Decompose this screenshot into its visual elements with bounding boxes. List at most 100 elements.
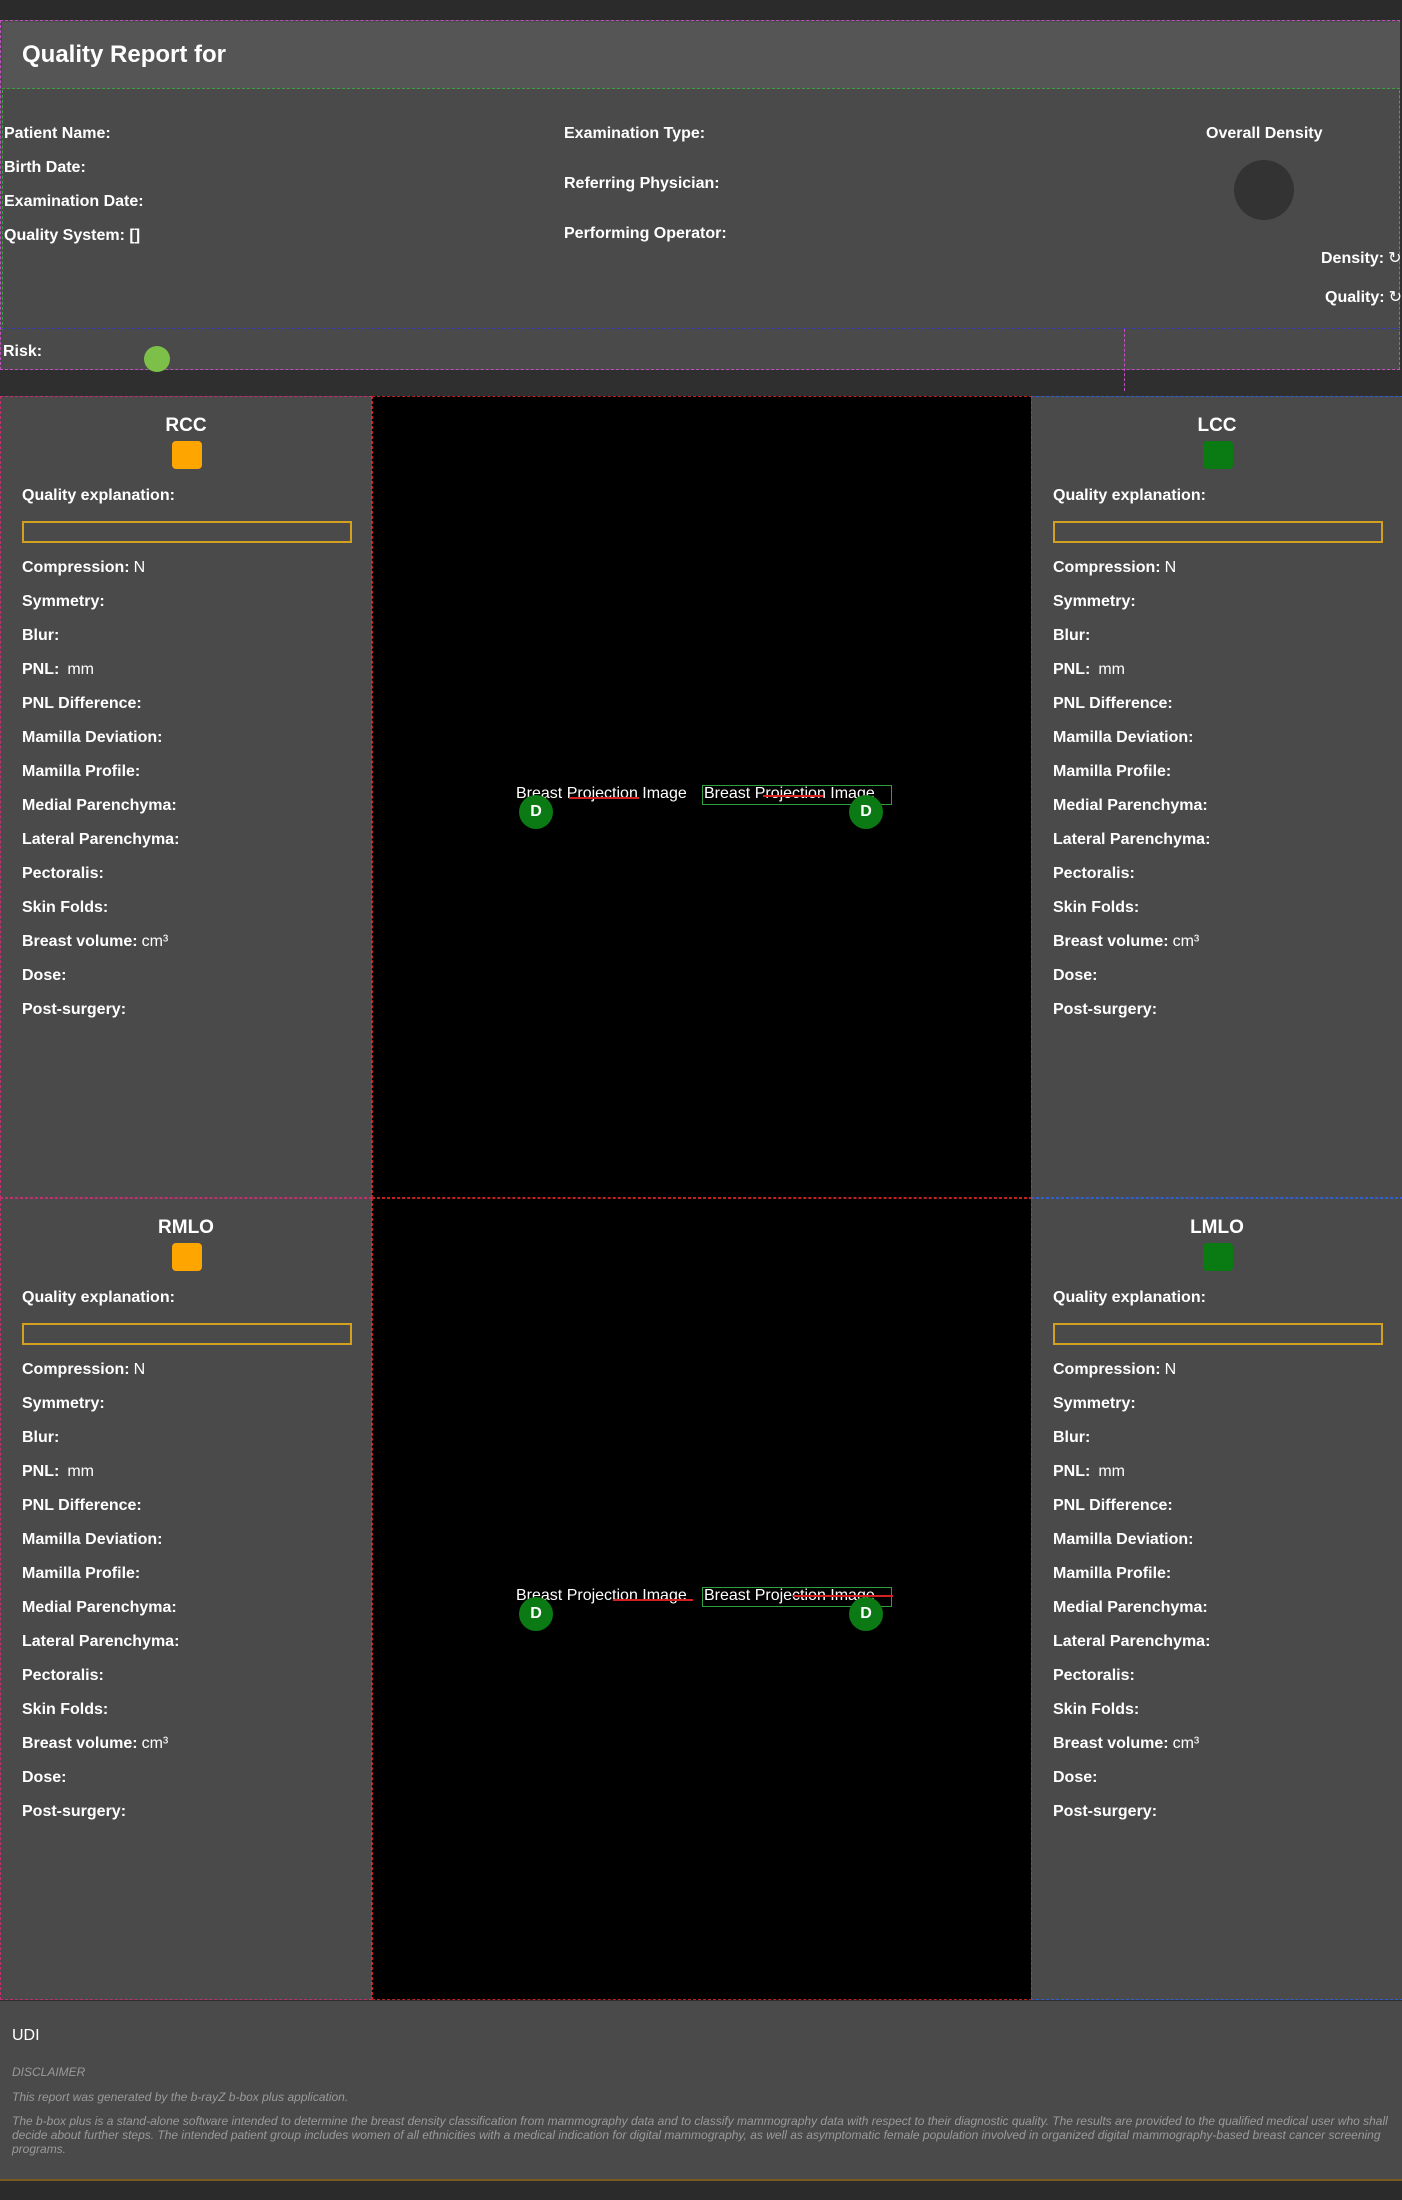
quality-indicator-lcc (1203, 441, 1233, 469)
view-title-rmlo: RMLO (158, 1217, 214, 1238)
dose-label: Dose: (1053, 1769, 1098, 1786)
page-title: Quality Report for (22, 41, 227, 68)
examination-type-label: Examination Type: (564, 125, 706, 142)
referring-physician-label: Referring Physician: (564, 175, 720, 192)
views-grid: RCC Quality explanation: Compression: N S… (0, 396, 1402, 2001)
compression-field: Compression: N (1053, 1361, 1177, 1378)
d-marker-lmlo[interactable]: D (849, 1597, 883, 1631)
breast-volume-field: Breast volume: cm³ (22, 933, 169, 950)
view-title-rcc: RCC (165, 415, 207, 436)
breast-volume-field: Breast volume: cm³ (1053, 933, 1200, 950)
post-surgery-label: Post-surgery: (1053, 1001, 1158, 1018)
quality-system-label: Quality System: [] (4, 227, 141, 244)
d-marker-rmlo[interactable]: D (519, 1597, 553, 1631)
overall-density-indicator (1234, 160, 1294, 220)
pnl-difference-label: PNL Difference: (1053, 695, 1173, 712)
lateral-parenchyma-label: Lateral Parenchyma: (1053, 831, 1211, 848)
risk-label: Risk: (3, 343, 43, 360)
quality-explanation-box (22, 1323, 352, 1345)
pectoralis-label: Pectoralis: (22, 865, 104, 882)
mamilla-profile-label: Mamilla Profile: (22, 1565, 141, 1582)
rmlo-panel: RMLO Quality explanation: Compression: N … (0, 1198, 372, 2000)
overall-density-label: Overall Density (1206, 125, 1323, 142)
blur-label: Blur: (22, 627, 60, 644)
compression-field: Compression: N (22, 1361, 146, 1378)
medial-parenchyma-label: Medial Parenchyma: (22, 797, 177, 814)
disclaimer-generated-by: This report was generated by the b-rayZ … (12, 2090, 349, 2104)
quality-refresh-icon[interactable]: ↻ (1389, 289, 1402, 306)
examination-date-label: Examination Date: (4, 193, 144, 210)
medial-parenchyma-label: Medial Parenchyma: (1053, 1599, 1208, 1616)
symmetry-label: Symmetry: (22, 593, 105, 610)
top-bar (0, 0, 1402, 20)
d-marker-rcc[interactable]: D (519, 795, 553, 829)
pnl-field: PNL: mm (22, 1463, 94, 1480)
patient-info: Patient Name: Birth Date: Examination Da… (2, 90, 1402, 330)
mamilla-profile-label: Mamilla Profile: (1053, 1565, 1172, 1582)
skin-folds-label: Skin Folds: (1053, 1701, 1140, 1718)
quality-indicator-lmlo (1203, 1243, 1233, 1271)
lateral-parenchyma-label: Lateral Parenchyma: (22, 831, 180, 848)
disclaimer-body: The b-box plus is a stand-alone software… (12, 2114, 1388, 2156)
pnl-field: PNL: mm (1053, 661, 1125, 678)
quality-indicator-rmlo (172, 1243, 202, 1271)
symmetry-label: Symmetry: (1053, 593, 1136, 610)
dose-label: Dose: (22, 967, 67, 984)
quality-indicator-rcc (172, 441, 202, 469)
mlo-image-viewer[interactable]: Breast Projection Image Breast Projectio… (372, 1198, 1032, 2000)
d-marker-lcc[interactable]: D (849, 795, 883, 829)
post-surgery-label: Post-surgery: (1053, 1803, 1158, 1820)
report-footer: UDI DISCLAIMER This report was generated… (0, 2001, 1402, 2181)
density-refresh-icon[interactable]: ↻ (1388, 250, 1401, 267)
blur-label: Blur: (1053, 1429, 1091, 1446)
quality-label: Quality: (1325, 289, 1385, 306)
blur-label: Blur: (1053, 627, 1091, 644)
density-label: Density: (1321, 250, 1385, 267)
udi-label: UDI (12, 2027, 40, 2044)
pnl-field: PNL: mm (22, 661, 94, 678)
view-title-lmlo: LMLO (1190, 1217, 1244, 1238)
annotation-mark (569, 797, 639, 799)
lateral-parenchyma-label: Lateral Parenchyma: (1053, 1633, 1211, 1650)
skin-folds-label: Skin Folds: (22, 1701, 109, 1718)
view-title-lcc: LCC (1197, 415, 1237, 436)
skin-folds-label: Skin Folds: (1053, 899, 1140, 916)
quality-explanation-box (1053, 1323, 1383, 1345)
quality-explanation-label: Quality explanation: (22, 1289, 175, 1306)
lmlo-panel: LMLO Quality explanation: Compression: N … (1031, 1198, 1402, 2000)
lateral-parenchyma-label: Lateral Parenchyma: (22, 1633, 180, 1650)
annotation-mark (763, 795, 823, 797)
quality-row: Quality: ↻ (1325, 287, 1402, 307)
blur-label: Blur: (22, 1429, 60, 1446)
density-row: Density: ↻ (1321, 248, 1402, 268)
performing-operator-label: Performing Operator: (564, 225, 727, 242)
pnl-difference-label: PNL Difference: (22, 1497, 142, 1514)
pectoralis-label: Pectoralis: (1053, 1667, 1135, 1684)
annotation-mark (793, 1595, 893, 1597)
medial-parenchyma-label: Medial Parenchyma: (22, 1599, 177, 1616)
post-surgery-label: Post-surgery: (22, 1001, 127, 1018)
medial-parenchyma-label: Medial Parenchyma: (1053, 797, 1208, 814)
symmetry-label: Symmetry: (1053, 1395, 1136, 1412)
rcc-panel: RCC Quality explanation: Compression: N S… (0, 396, 372, 1198)
pectoralis-label: Pectoralis: (1053, 865, 1135, 882)
title-bar: Quality Report for (2, 22, 1400, 89)
breast-volume-field: Breast volume: cm³ (22, 1735, 169, 1752)
lcc-image[interactable]: Breast Projection Image (704, 785, 875, 803)
risk-divider (1124, 329, 1126, 391)
quality-explanation-box (22, 521, 352, 543)
mamilla-deviation-label: Mamilla Deviation: (22, 1531, 163, 1548)
quality-explanation-label: Quality explanation: (22, 487, 175, 504)
quality-explanation-box (1053, 521, 1383, 543)
risk-indicator (144, 346, 170, 372)
pnl-difference-label: PNL Difference: (1053, 1497, 1173, 1514)
bottom-bar (0, 2181, 1402, 2200)
lcc-panel: LCC Quality explanation: Compression: N S… (1031, 396, 1402, 1198)
compression-field: Compression: N (22, 559, 146, 576)
report-header: Quality Report for Patient Name: Birth D… (0, 20, 1402, 391)
risk-row: Risk: (2, 328, 1400, 391)
cc-image-viewer[interactable]: Breast Projection Image Breast Projectio… (372, 396, 1032, 1198)
pnl-difference-label: PNL Difference: (22, 695, 142, 712)
disclaimer-heading: DISCLAIMER (12, 2065, 86, 2079)
post-surgery-label: Post-surgery: (22, 1803, 127, 1820)
